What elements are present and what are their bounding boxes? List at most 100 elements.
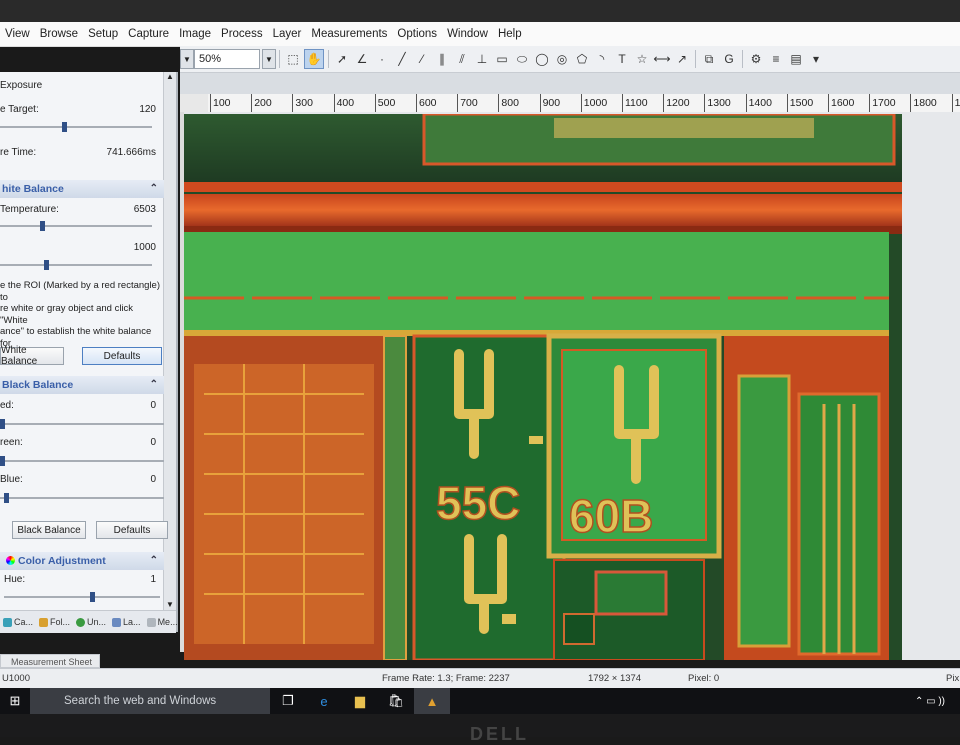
menu-view[interactable]: View — [0, 28, 35, 40]
temperature-value: 6503 — [133, 204, 156, 215]
menu-measurements[interactable]: Measurements — [306, 28, 392, 40]
tab-camera[interactable]: Ca... — [0, 617, 36, 627]
chip-label-left: 55C — [436, 477, 520, 529]
red-slider[interactable] — [0, 419, 164, 429]
microscope-image[interactable]: 55C 60B — [184, 114, 902, 660]
arrow-line-icon[interactable]: ⁄ — [413, 50, 431, 68]
file-explorer-icon[interactable]: ▆ — [342, 688, 378, 714]
tab-undo[interactable]: Un... — [73, 617, 109, 627]
multi-line-icon[interactable]: ⫽ — [453, 50, 471, 68]
arrow-icon[interactable]: ↗ — [673, 50, 691, 68]
exposure-title: Exposure — [0, 80, 43, 91]
menu-layer[interactable]: Layer — [268, 28, 307, 40]
ruler-tick: 700 — [457, 94, 478, 112]
white-balance-header[interactable]: hite Balance ⌃ — [0, 180, 164, 198]
horizontal-ruler: 100 200 300 400 500 600 700 800 900 1000 1100 1200 1… — [208, 94, 960, 113]
angle-icon[interactable]: ∠ — [353, 50, 371, 68]
defaults-button[interactable]: Defaults — [82, 347, 162, 365]
calibration-icon[interactable]: G — [720, 50, 738, 68]
black-balance-button[interactable]: Black Balance — [12, 521, 86, 539]
hue-label: Hue: — [4, 574, 26, 585]
windows-taskbar: ⊞ Search the web and Windows ❐ e ▆ 🛍 ▲ ⌃… — [0, 688, 960, 714]
target-slider[interactable] — [0, 122, 152, 132]
taskbar-search[interactable]: Search the web and Windows — [30, 688, 270, 714]
hue-slider[interactable] — [4, 592, 160, 602]
collapse-icon[interactable]: ⌃ — [150, 552, 158, 570]
tab-layer[interactable]: La... — [109, 617, 144, 627]
tint-slider[interactable] — [0, 260, 152, 270]
measurement-sheet-tab[interactable]: Measurement Sheet — [0, 654, 100, 668]
menu-window[interactable]: Window — [442, 28, 493, 40]
temperature-slider[interactable] — [0, 221, 152, 231]
ruler-tick: 1500 — [786, 94, 813, 112]
arc-icon[interactable]: ◝ — [593, 50, 611, 68]
ruler-tick: 100 — [210, 94, 231, 112]
export-icon[interactable]: ▤ — [787, 50, 805, 68]
target-slider-thumb[interactable] — [62, 122, 67, 132]
scroll-up-icon[interactable]: ▲ — [164, 72, 176, 84]
select-rect-icon[interactable]: ⬚ — [284, 50, 302, 68]
task-view-icon[interactable]: ❐ — [270, 688, 306, 714]
ruler-tick: 600 — [416, 94, 437, 112]
zoom-box[interactable]: 50% — [194, 49, 260, 69]
store-icon[interactable]: 🛍 — [378, 688, 414, 714]
red-value: 0 — [150, 400, 156, 411]
edge-icon[interactable]: e — [306, 688, 342, 714]
layer-icon[interactable]: ⧉ — [700, 50, 718, 68]
polygon-icon[interactable]: ⬠ — [573, 50, 591, 68]
hue-slider-thumb[interactable] — [90, 592, 95, 602]
green-slider-thumb[interactable] — [0, 456, 5, 466]
black-balance-header[interactable]: Black Balance ⌃ — [0, 376, 164, 394]
concentric-icon[interactable]: ◎ — [553, 50, 571, 68]
green-slider[interactable] — [0, 456, 164, 466]
system-tray-icon[interactable]: ⌃ ▭ )) — [900, 688, 960, 714]
settings-icon[interactable]: ⚙ — [747, 50, 765, 68]
point-icon[interactable]: · — [373, 50, 391, 68]
parallel-icon[interactable]: ∥ — [433, 50, 451, 68]
temperature-slider-thumb[interactable] — [40, 221, 45, 231]
blue-slider[interactable] — [0, 493, 164, 503]
menu-image[interactable]: Image — [174, 28, 216, 40]
ruler-tick: 900 — [539, 94, 560, 112]
pixel-readout: Pixel: 0 — [688, 673, 720, 684]
white-balance-button[interactable]: White Balance — [0, 345, 64, 367]
undo-icon — [76, 617, 86, 627]
menu-setup[interactable]: Setup — [83, 28, 123, 40]
blue-slider-thumb[interactable] — [4, 493, 9, 503]
tab-label: Me... — [157, 617, 178, 627]
camera-app-icon[interactable]: ▲ — [414, 688, 450, 714]
menu-process[interactable]: Process — [216, 28, 268, 40]
tint-slider-thumb[interactable] — [44, 260, 49, 270]
red-slider-thumb[interactable] — [0, 419, 5, 429]
text-icon[interactable]: T — [613, 50, 631, 68]
tab-label: La... — [123, 617, 141, 627]
collapse-icon[interactable]: ⌃ — [150, 180, 158, 198]
tab-folder[interactable]: Fol... — [36, 617, 73, 627]
collapse-icon[interactable]: ⌃ — [150, 376, 158, 394]
black-defaults-button[interactable]: Defaults — [96, 521, 168, 539]
menu-options[interactable]: Options — [392, 28, 442, 40]
menu-browse[interactable]: Browse — [35, 28, 83, 40]
pointer-icon[interactable]: ➚ — [333, 50, 351, 68]
ruler-corner — [180, 94, 208, 113]
align-icon[interactable]: ≡ — [767, 50, 785, 68]
rectangle-icon[interactable]: ▭ — [493, 50, 511, 68]
perpendicular-icon[interactable]: ⊥ — [473, 50, 491, 68]
zoom-dropdown-left[interactable]: ▼ — [180, 49, 194, 69]
hand-tool-icon[interactable]: ✋ — [304, 49, 324, 69]
color-adjustment-header[interactable]: Color Adjustment ⌃ — [0, 552, 164, 570]
more-icon[interactable]: ▾ — [807, 50, 825, 68]
ruler-tick: 1200 — [663, 94, 690, 112]
menu-capture[interactable]: Capture — [123, 28, 174, 40]
target-value: 120 — [139, 104, 156, 115]
ruler-tick: 1600 — [828, 94, 854, 112]
circle-icon[interactable]: ◯ — [533, 50, 551, 68]
ellipse-icon[interactable]: ⬭ — [513, 50, 531, 68]
star-icon[interactable]: ☆ — [633, 50, 651, 68]
line-icon[interactable]: ╱ — [393, 50, 411, 68]
tab-measure[interactable]: Me... — [144, 617, 181, 627]
windows-start-icon[interactable]: ⊞ — [0, 688, 30, 714]
scale-bar-icon[interactable]: ⟷ — [653, 50, 671, 68]
zoom-dropdown-icon[interactable]: ▼ — [262, 49, 276, 69]
menu-help[interactable]: Help — [493, 28, 527, 40]
